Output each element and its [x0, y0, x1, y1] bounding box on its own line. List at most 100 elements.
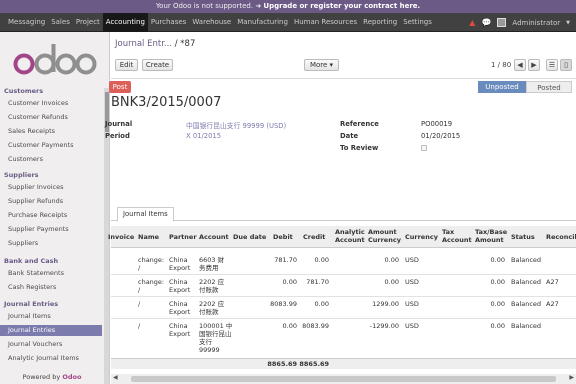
sidebar-item-purchase-receipts[interactable]: Purchase Receipts [0, 210, 102, 221]
cell-amount-currency[interactable]: 0.00 [366, 278, 399, 286]
cell-account[interactable]: 6603 财务费用 [199, 256, 229, 272]
sidebar-item-supplier-refunds[interactable]: Supplier Refunds [0, 196, 102, 207]
cell-credit[interactable]: 8083.99 [301, 322, 329, 330]
sidebar-item-customer-refunds[interactable]: Customer Refunds [0, 112, 102, 123]
breadcrumb-parent-link[interactable]: Journal Entr... [115, 39, 172, 49]
col-partner[interactable]: Partner [169, 233, 197, 241]
cell-currency[interactable]: USD [405, 322, 419, 330]
cell-credit[interactable]: 0.00 [301, 256, 329, 264]
scroll-right-icon[interactable]: ▶ [569, 374, 574, 381]
col-amount-currency[interactable]: Amount Currency [368, 228, 404, 244]
scroll-left-icon[interactable]: ◀ [113, 374, 118, 381]
tab-journal-items[interactable]: Journal Items [117, 207, 174, 222]
menu-reporting[interactable]: Reporting [360, 13, 400, 32]
cell-name[interactable]: / [138, 300, 166, 308]
menu-manufacturing[interactable]: Manufacturing [234, 13, 291, 32]
cell-debit[interactable]: 781.70 [269, 256, 297, 264]
cell-tax-base-amount[interactable]: 0.00 [473, 322, 505, 330]
cell-tax-base-amount[interactable]: 0.00 [473, 300, 505, 308]
menu-messaging[interactable]: Messaging [5, 13, 48, 32]
cell-debit[interactable]: 0.00 [269, 322, 297, 330]
sidebar-item-supplier-payments[interactable]: Supplier Payments [0, 224, 102, 235]
cell-amount-currency[interactable]: 0.00 [366, 256, 399, 264]
cell-partner[interactable]: China Export [169, 256, 193, 272]
sidebar-item-journal-items[interactable]: Journal Items [0, 311, 102, 322]
cell-partner[interactable]: China Export [169, 278, 193, 294]
col-reconcile[interactable]: Reconcile [546, 233, 576, 241]
cell-reconcile[interactable]: A27 [546, 300, 559, 308]
col-analytic-account[interactable]: Analytic Account [335, 228, 365, 244]
sidebar-item-customers[interactable]: Customers [0, 154, 102, 165]
date-field[interactable]: 01/20/2015 [421, 132, 460, 140]
cell-credit[interactable]: 781.70 [301, 278, 329, 286]
create-button[interactable]: Create [142, 59, 173, 71]
menu-human-resources[interactable]: Human Resources [291, 13, 360, 32]
cell-currency[interactable]: USD [405, 278, 419, 286]
sidebar-item-sales-receipts[interactable]: Sales Receipts [0, 126, 102, 137]
sidebar-item-bank-statements[interactable]: Bank Statements [0, 268, 102, 279]
status-posted[interactable]: Posted [526, 81, 572, 93]
more-dropdown-button[interactable]: More ▾ [304, 59, 339, 71]
menu-project[interactable]: Project [73, 13, 103, 32]
col-name[interactable]: Name [138, 233, 159, 241]
list-view-button[interactable]: ☰ [546, 59, 558, 71]
cell-currency[interactable]: USD [405, 300, 419, 308]
avatar[interactable] [497, 18, 507, 27]
sidebar-item-customer-invoices[interactable]: Customer Invoices [0, 98, 102, 109]
to-review-checkbox[interactable] [421, 145, 427, 151]
sidebar-item-supplier-invoices[interactable]: Supplier Invoices [0, 182, 102, 193]
chat-icon[interactable]: 💬 [481, 18, 491, 27]
menu-sales[interactable]: Sales [48, 13, 73, 32]
cell-reconcile[interactable]: A27 [546, 278, 559, 286]
col-due-date[interactable]: Due date [233, 233, 266, 241]
cell-amount-currency[interactable]: 1299.00 [366, 300, 399, 308]
sidebar-item-journal-vouchers[interactable]: Journal Vouchers [0, 339, 102, 350]
cell-debit[interactable]: 0.00 [269, 278, 297, 286]
odoo-logo[interactable] [12, 40, 97, 80]
sidebar-item-journal-entries[interactable]: Journal Entries [0, 325, 102, 336]
col-tax-account[interactable]: Tax Account [442, 228, 472, 244]
powered-by-link[interactable]: Odoo [62, 373, 81, 381]
scrollbar-thumb[interactable] [131, 376, 556, 382]
sidebar-item-suppliers[interactable]: Suppliers [0, 238, 102, 249]
menu-settings[interactable]: Settings [400, 13, 435, 32]
form-view-button[interactable]: ▯ [560, 59, 572, 71]
journal-field[interactable]: 中国银行昆山支行 99999 (USD) [186, 120, 286, 130]
sidebar-item-cash-registers[interactable]: Cash Registers [0, 282, 102, 293]
horizontal-scrollbar[interactable]: ◀ ▶ [111, 374, 576, 384]
cell-tax-base-amount[interactable]: 0.00 [473, 256, 505, 264]
cell-account[interactable]: 100001 中国银行昆山支行 99999 [199, 322, 233, 354]
cell-account[interactable]: 2202 应付账款 [199, 300, 229, 316]
cell-currency[interactable]: USD [405, 256, 419, 264]
col-account[interactable]: Account [199, 233, 229, 241]
cell-credit[interactable]: 0.00 [301, 300, 329, 308]
col-credit[interactable]: Credit [303, 233, 325, 241]
sidebar-item-analytic-journal-items[interactable]: Analytic Journal Items [0, 353, 102, 364]
user-menu[interactable]: Administrator [512, 19, 560, 27]
col-invoice[interactable]: Invoice [108, 233, 134, 241]
col-currency[interactable]: Currency [405, 233, 438, 241]
col-status[interactable]: Status [511, 233, 535, 241]
upgrade-link[interactable]: Upgrade or register your contract here. [263, 2, 420, 10]
cell-name[interactable]: change: / [138, 256, 166, 272]
previous-record-button[interactable]: ◀ [514, 59, 526, 71]
reference-field[interactable]: PO00019 [421, 120, 452, 128]
menu-accounting[interactable]: Accounting [102, 13, 148, 32]
cell-debit[interactable]: 8083.99 [269, 300, 297, 308]
menu-warehouse[interactable]: Warehouse [189, 13, 234, 32]
cell-name[interactable]: / [138, 322, 166, 330]
cell-amount-currency[interactable]: -1299.00 [366, 322, 399, 330]
cell-account[interactable]: 2202 应付账款 [199, 278, 229, 294]
post-button[interactable]: Post [109, 81, 131, 93]
status-unposted[interactable]: Unposted [478, 81, 526, 93]
col-tax-base-amount[interactable]: Tax/Base Amount [475, 228, 509, 244]
cell-partner[interactable]: China Export [169, 322, 193, 338]
col-debit[interactable]: Debit [273, 233, 293, 241]
period-field[interactable]: X 01/2015 [186, 132, 221, 140]
cell-tax-base-amount[interactable]: 0.00 [473, 278, 505, 286]
sidebar-item-customer-payments[interactable]: Customer Payments [0, 140, 102, 151]
cell-partner[interactable]: China Export [169, 300, 193, 316]
alert-icon[interactable]: ▲ [469, 18, 475, 27]
cell-name[interactable]: change: / [138, 278, 166, 294]
edit-button[interactable]: Edit [115, 59, 138, 71]
